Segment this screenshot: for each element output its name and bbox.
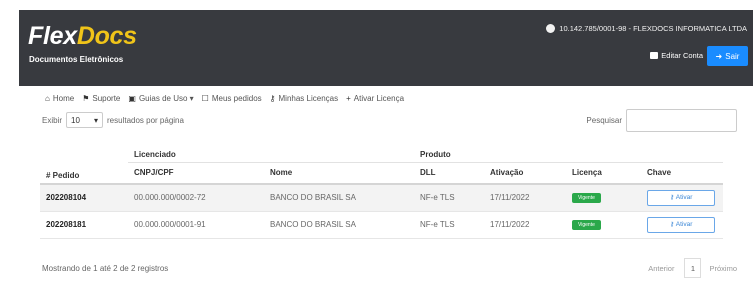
page-size-value: 10 [71,115,80,125]
cell-pedido: 202208181 [40,211,128,239]
key-icon: ⚷ [669,193,675,201]
group-header-licenciado: Licenciado [134,149,176,159]
column-header-ativacao[interactable]: Ativação [484,161,566,185]
logo-text-part1: Flex [28,22,77,50]
cell-cnpj: 00.000.000/0001-91 [128,211,264,239]
cell-cnpj: 00.000.000/0002-72 [128,184,264,212]
top-header: FlexDocs Documentos Eletrônicos 10.142.7… [19,10,753,86]
key-button-label: Ativar [675,193,693,201]
exit-icon: ➜ [715,51,723,61]
cell-chave: ⚷ Ativar [641,211,723,239]
nav-guides-label: Guias de Uso ▾ [138,94,194,103]
plus-icon: + [346,94,351,103]
table-search: Pesquisar [586,109,737,132]
table-row: 202208104 00.000.000/0002-72 BANCO DO BR… [40,184,735,212]
exit-button[interactable]: ➜ Sair [707,46,748,66]
page-size-select[interactable]: 10 ▾ [66,112,104,128]
cell-licenca: Vigente [566,184,641,212]
nav-guides[interactable]: ▣ Guias de Uso ▾ [128,94,193,103]
home-icon: ⌂ [45,94,50,103]
nav-support[interactable]: ⚑ Suporte [82,94,120,103]
edit-account-link[interactable]: Editar Conta [650,51,703,60]
license-status-badge: Vigente [572,220,601,230]
cell-licenca: Vigente [566,211,641,239]
pagination-next[interactable]: Próximo [709,264,737,273]
pagination-page-1[interactable]: 1 [684,258,702,278]
table-row: 202208181 00.000.000/0001-91 BANCO DO BR… [40,211,735,239]
key-button-label: Ativar [675,220,693,228]
orders-table: # Pedido Licenciado Produto CNPJ/CPF Nom… [40,140,735,239]
logo-text-part2: Docs [76,22,137,50]
table-info: Mostrando de 1 até 2 de 2 registros [42,264,169,273]
group-header-produto: Produto [420,149,451,159]
nav-activate-license[interactable]: + Ativar Licença [346,94,404,103]
key-icon: ⚷ [669,220,675,228]
account-info: 10.142.785/0001-98 - FLEXDOCS INFORMATIC… [546,24,747,33]
chevron-down-icon: ▾ [94,115,99,125]
nav-orders[interactable]: ☐ Meus pedidos [202,94,262,103]
cell-dll: NF-e TLS [414,184,484,212]
cell-chave: ⚷ Ativar [641,184,723,212]
nav-activate-label: Ativar Licença [353,94,405,103]
nav-licenses[interactable]: ⚷ Minhas Licenças [270,94,338,103]
key-button[interactable]: ⚷ Ativar [647,216,715,233]
license-status-badge: Vigente [572,193,601,204]
search-label: Pesquisar [586,116,622,125]
user-circle-icon [546,24,556,33]
page-size-control: Exibir 10 ▾ resultados por página [42,112,184,128]
cell-nome: BANCO DO BRASIL SA [264,184,414,212]
pagination: Anterior 1 Próximo [648,258,737,278]
cell-ativacao: 17/11/2022 [484,211,566,239]
column-header-chave[interactable]: Chave [641,161,723,185]
page-size-suffix: resultados por página [107,115,184,125]
support-icon: ⚑ [82,94,90,103]
account-name: 10.142.785/0001-98 - FLEXDOCS INFORMATIC… [559,24,747,33]
column-header-nome[interactable]: Nome [264,161,414,185]
orders-icon: ☐ [201,94,209,103]
edit-icon [650,52,659,59]
exit-label: Sair [725,51,740,61]
nav-support-label: Suporte [92,94,121,103]
licenses-icon: ⚷ [269,94,276,103]
column-header-dll[interactable]: DLL [414,161,484,185]
logo-subtitle: Documentos Eletrônicos [29,55,124,64]
cell-nome: BANCO DO BRASIL SA [264,211,414,239]
main-nav: ⌂ Home ⚑ Suporte ▣ Guias de Uso ▾ ☐ Meus ped… [45,94,404,103]
column-header-cnpj[interactable]: CNPJ/CPF [128,161,264,185]
edit-account-label: Editar Conta [661,51,703,60]
nav-licenses-label: Minhas Licenças [278,94,339,103]
nav-orders-label: Meus pedidos [211,94,262,103]
pagination-previous[interactable]: Anterior [648,264,674,273]
guides-icon: ▣ [128,94,136,103]
cell-ativacao: 17/11/2022 [484,184,566,212]
column-header-licenca[interactable]: Licença [566,161,641,185]
nav-home-label: Home [52,94,75,103]
key-button[interactable]: ⚷ Ativar [647,189,715,206]
search-input[interactable] [626,109,737,132]
column-header-pedido[interactable]: # Pedido [40,140,128,185]
flexdocs-logo[interactable]: FlexDocs [28,22,137,50]
cell-dll: NF-e TLS [414,211,484,239]
nav-home[interactable]: ⌂ Home [45,94,74,103]
page-size-prefix: Exibir [42,115,63,125]
cell-pedido: 202208104 [40,184,128,212]
